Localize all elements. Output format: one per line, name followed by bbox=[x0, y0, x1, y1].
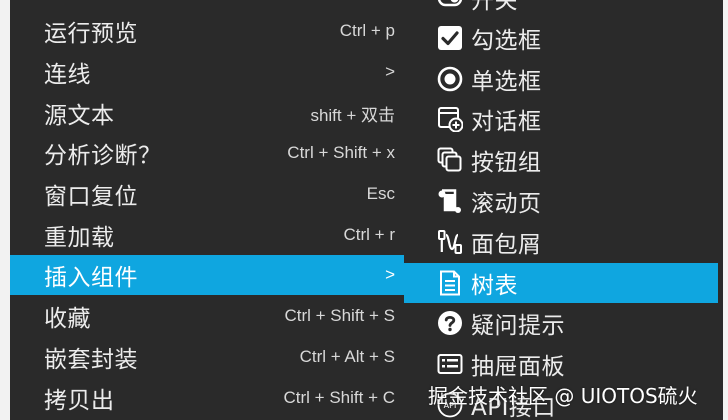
menu-item-label: 收藏 bbox=[44, 306, 91, 332]
menu-item-analyze[interactable]: 分析诊断？ Ctrl + Shift + x bbox=[10, 133, 404, 173]
menu-item-label: 分析诊断？ bbox=[44, 143, 162, 169]
menu-item-nest-wrap[interactable]: 嵌套封装 Ctrl + Alt + S bbox=[10, 337, 404, 377]
submenu-item-label: 对话框 bbox=[471, 109, 542, 135]
menu-item-label: 重加载 bbox=[44, 225, 115, 251]
submenu-arrow: > bbox=[385, 265, 395, 284]
menu-item-label: 插入组件 bbox=[44, 265, 138, 291]
submenu-item-label: 滚动页 bbox=[471, 191, 542, 217]
menu-item-label: 源文本 bbox=[44, 103, 115, 129]
insert-component-submenu: 开关 勾选框 单选框 对话框 按钮组 滚动页 面包屑 树表 疑问提示 抽屉面板 … bbox=[404, 0, 728, 420]
submenu-item-question-tip[interactable]: 疑问提示 bbox=[404, 303, 718, 343]
checkbox-icon bbox=[437, 25, 463, 51]
watermark: 掘金技术社区 @ UIOTOS硫火 bbox=[428, 384, 698, 408]
drawer-icon bbox=[437, 351, 463, 377]
menu-item-label: 窗口复位 bbox=[44, 184, 138, 210]
menu-item-shortcut: Ctrl + Shift + S bbox=[284, 306, 395, 325]
menu-item-favorite[interactable]: 收藏 Ctrl + Shift + S bbox=[10, 296, 404, 336]
menu-item-copy-out[interactable]: 拷贝出 Ctrl + Shift + C bbox=[10, 378, 404, 418]
document-lines-icon bbox=[437, 270, 463, 296]
menu-item-shortcut: Ctrl + Shift + x bbox=[287, 143, 395, 162]
menu-item-shortcut: Ctrl + r bbox=[343, 225, 395, 244]
submenu-item-checkbox[interactable]: 勾选框 bbox=[404, 18, 718, 58]
question-icon bbox=[437, 310, 463, 336]
submenu-item-label: 开关 bbox=[471, 0, 518, 14]
submenu-item-dialog[interactable]: 对话框 bbox=[404, 99, 718, 139]
menu-item-insert-component[interactable]: 插入组件 > bbox=[10, 255, 404, 295]
menu-item-shortcut: shift + 双击 bbox=[310, 105, 395, 125]
submenu-item-breadcrumb[interactable]: 面包屑 bbox=[404, 222, 718, 262]
submenu-item-toggle[interactable]: 开关 bbox=[404, 0, 718, 18]
menu-item-shortcut: Esc bbox=[366, 184, 395, 203]
menu-item-shortcut: Ctrl + Alt + S bbox=[299, 347, 395, 366]
submenu-item-label: 抽屉面板 bbox=[471, 354, 565, 380]
submenu-item-button-group[interactable]: 按钮组 bbox=[404, 140, 718, 180]
menu-item-source-text[interactable]: 源文本 shift + 双击 bbox=[10, 93, 404, 133]
submenu-item-label: 按钮组 bbox=[471, 150, 542, 176]
submenu-item-label: 单选框 bbox=[471, 69, 542, 95]
menu-item-run-preview[interactable]: 运行预览 Ctrl + p bbox=[10, 11, 404, 51]
submenu-item-label: 勾选框 bbox=[471, 28, 542, 54]
submenu-item-drawer-panel[interactable]: 抽屉面板 bbox=[404, 344, 718, 384]
submenu-item-label: 疑问提示 bbox=[471, 313, 565, 339]
dialog-add-icon bbox=[437, 106, 463, 132]
menu-item-label: 连线 bbox=[44, 62, 91, 88]
menu-item-connect[interactable]: 连线 > bbox=[10, 52, 404, 92]
radio-icon bbox=[437, 66, 463, 92]
menu-item-label: 嵌套封装 bbox=[44, 347, 138, 373]
submenu-item-tree-table[interactable]: 树表 bbox=[404, 263, 718, 303]
menu-item-label: 运行预览 bbox=[44, 21, 138, 47]
submenu-arrow: > bbox=[385, 62, 395, 81]
submenu-item-label: 面包屑 bbox=[471, 232, 542, 258]
context-menu: 运行预览 Ctrl + p 连线 > 源文本 shift + 双击 分析诊断？ … bbox=[0, 0, 404, 420]
submenu-item-label: 树表 bbox=[471, 273, 518, 299]
copy-stack-icon bbox=[437, 147, 463, 173]
menu-item-reload[interactable]: 重加载 Ctrl + r bbox=[10, 215, 404, 255]
breadcrumb-icon bbox=[437, 229, 463, 255]
menu-item-label: 拷贝出 bbox=[44, 388, 115, 414]
menu-item-shortcut: Ctrl + p bbox=[339, 21, 395, 40]
menu-item-shortcut: Ctrl + Shift + C bbox=[283, 388, 395, 407]
scroll-icon bbox=[437, 188, 463, 214]
menu-item-reset-window[interactable]: 窗口复位 Esc bbox=[10, 174, 404, 214]
submenu-item-radio[interactable]: 单选框 bbox=[404, 59, 718, 99]
toggle-icon bbox=[437, 0, 463, 11]
submenu-item-scroll-page[interactable]: 滚动页 bbox=[404, 181, 718, 221]
